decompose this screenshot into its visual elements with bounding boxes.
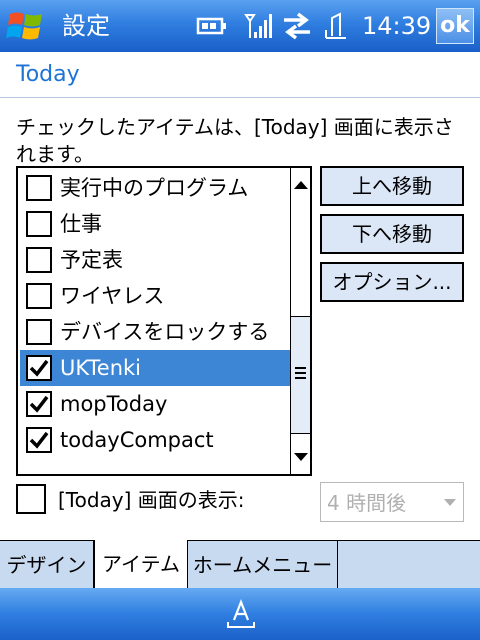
item-label: 仕事 — [60, 212, 102, 236]
list-item[interactable]: 予定表 — [20, 242, 292, 278]
scroll-thumb[interactable] — [291, 316, 310, 434]
connectivity-icon[interactable] — [282, 12, 312, 40]
scroll-down-button[interactable] — [291, 440, 310, 474]
checkmark-icon — [29, 431, 49, 449]
list-item[interactable]: ワイヤレス — [20, 278, 292, 314]
timeout-value: 4 時間後 — [327, 491, 407, 515]
tab-home-menu[interactable]: ホームメニュー — [188, 541, 338, 589]
list-item[interactable]: mopToday — [20, 386, 292, 422]
item-checkbox[interactable] — [26, 211, 52, 237]
item-checkbox[interactable] — [26, 391, 52, 417]
item-label: 予定表 — [60, 248, 123, 272]
item-label: mopToday — [60, 392, 168, 416]
item-label: UKTenki — [60, 356, 141, 380]
title-divider — [0, 97, 480, 98]
volume-icon[interactable] — [322, 12, 350, 40]
scroll-up-button[interactable] — [291, 168, 310, 202]
show-today-timeout-checkbox[interactable] — [16, 484, 46, 514]
arrow-up-icon — [294, 181, 308, 189]
chevron-down-icon — [444, 499, 456, 506]
softkey-bar — [0, 588, 480, 640]
ok-button[interactable]: ok — [436, 8, 474, 44]
windows-logo-icon[interactable] — [6, 8, 46, 44]
checkmark-icon — [29, 359, 49, 377]
tab-bar: デザイン アイテム ホームメニュー — [0, 540, 480, 589]
item-checkbox[interactable] — [26, 175, 52, 201]
move-up-button[interactable]: 上へ移動 — [320, 166, 464, 206]
item-label: デバイスをロックする — [60, 320, 270, 344]
checkmark-icon — [29, 395, 49, 413]
page-title: Today — [16, 62, 80, 87]
battery-icon[interactable] — [196, 12, 228, 40]
show-today-timeout-label: [Today] 画面の表示: — [58, 488, 245, 512]
item-label: todayCompact — [60, 428, 214, 452]
list-item[interactable]: 仕事 — [20, 206, 292, 242]
vertical-scrollbar[interactable] — [290, 168, 310, 474]
tab-items[interactable]: アイテム — [94, 540, 188, 589]
keyboard-input-icon[interactable] — [225, 598, 257, 630]
list-item[interactable]: UKTenki — [20, 350, 292, 386]
grip-icon — [295, 367, 306, 382]
timeout-select: 4 時間後 — [320, 482, 464, 522]
app-title: 設定 — [62, 12, 110, 40]
options-button[interactable]: オプション... — [320, 262, 464, 302]
instructions-text: チェックしたアイテムは、[Today] 画面に表示されます。 — [16, 115, 454, 166]
list-item[interactable]: 実行中のプログラム — [20, 170, 292, 206]
list-item[interactable]: デバイスをロックする — [20, 314, 292, 350]
item-label: 実行中のプログラム — [60, 176, 249, 200]
item-checkbox[interactable] — [26, 283, 52, 309]
item-checkbox[interactable] — [26, 319, 52, 345]
arrow-down-icon — [294, 453, 308, 461]
tab-design[interactable]: デザイン — [0, 541, 94, 589]
title-bar: 設定 14:39 ok — [0, 0, 480, 52]
item-label: ワイヤレス — [60, 284, 165, 308]
item-checkbox[interactable] — [26, 355, 52, 381]
list-item[interactable]: todayCompact — [20, 422, 292, 458]
clock[interactable]: 14:39 — [362, 12, 431, 40]
item-checkbox[interactable] — [26, 247, 52, 273]
signal-icon[interactable] — [244, 12, 272, 40]
item-checkbox[interactable] — [26, 427, 52, 453]
move-down-button[interactable]: 下へ移動 — [320, 214, 464, 254]
today-items-list[interactable]: 実行中のプログラム 仕事予定表ワイヤレスデバイスをロックする UKTenki mopT… — [16, 166, 312, 476]
